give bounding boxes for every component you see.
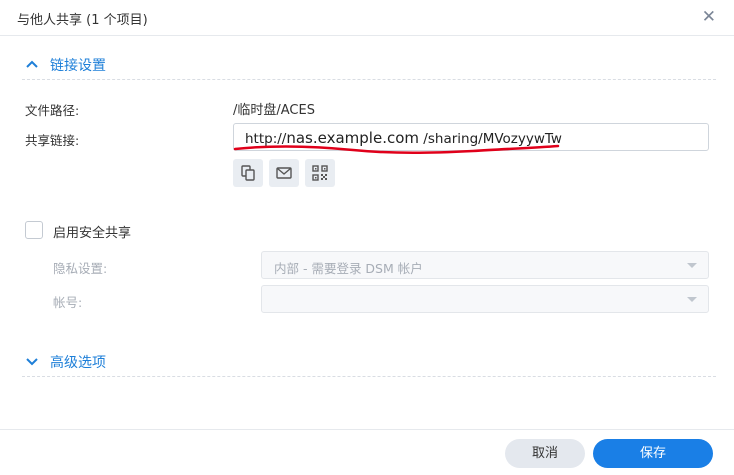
link-settings-title: 链接设置 xyxy=(50,58,106,74)
chevron-down-icon xyxy=(687,297,697,302)
share-link-path: /sharing/MVozyywTw xyxy=(419,131,562,147)
dialog-footer: 取消 保存 xyxy=(0,429,734,475)
copy-link-button[interactable] xyxy=(233,159,263,187)
privacy-settings-select[interactable]: 内部 - 需要登录 DSM 帐户 xyxy=(261,251,709,279)
dialog-titlebar: 与他人共享 (1 个项目) ✕ xyxy=(0,0,734,36)
close-icon[interactable]: ✕ xyxy=(702,7,716,27)
privacy-settings-label: 隐私设置: xyxy=(53,261,108,276)
chevron-up-icon xyxy=(26,60,38,68)
advanced-options-title: 高级选项 xyxy=(50,355,106,371)
email-link-button[interactable] xyxy=(269,159,299,187)
copy-icon xyxy=(241,165,255,181)
file-path-value: /临时盘/ACES xyxy=(233,103,315,118)
share-link-field[interactable]: http://nas.example.com /sharing/MVozyywT… xyxy=(233,123,709,151)
advanced-options-section-header[interactable]: 高级选项 xyxy=(22,352,716,377)
cancel-button[interactable]: 取消 xyxy=(505,439,585,468)
share-link-label: 共享链接: xyxy=(25,133,80,148)
share-link-prefix: http:// xyxy=(245,131,287,147)
file-path-label: 文件路径: xyxy=(25,103,80,118)
privacy-settings-value: 内部 - 需要登录 DSM 帐户 xyxy=(274,261,423,276)
share-link-host: nas.example.com xyxy=(286,129,420,147)
mail-icon xyxy=(276,167,292,179)
chevron-down-icon xyxy=(687,263,697,268)
account-select[interactable] xyxy=(261,285,709,313)
qr-code-icon xyxy=(312,165,328,181)
enable-secure-share-label[interactable]: 启用安全共享 xyxy=(53,222,131,241)
chevron-down-icon xyxy=(26,358,38,366)
save-button[interactable]: 保存 xyxy=(593,439,713,468)
share-link-value: http://nas.example.com /sharing/MVozyywT… xyxy=(245,129,562,147)
dialog-title: 与他人共享 (1 个项目) xyxy=(17,13,148,28)
enable-secure-share-checkbox[interactable] xyxy=(25,221,43,239)
qr-code-button[interactable] xyxy=(305,159,335,187)
account-label: 帐号: xyxy=(53,295,83,310)
link-settings-section-header[interactable]: 链接设置 xyxy=(22,55,716,80)
